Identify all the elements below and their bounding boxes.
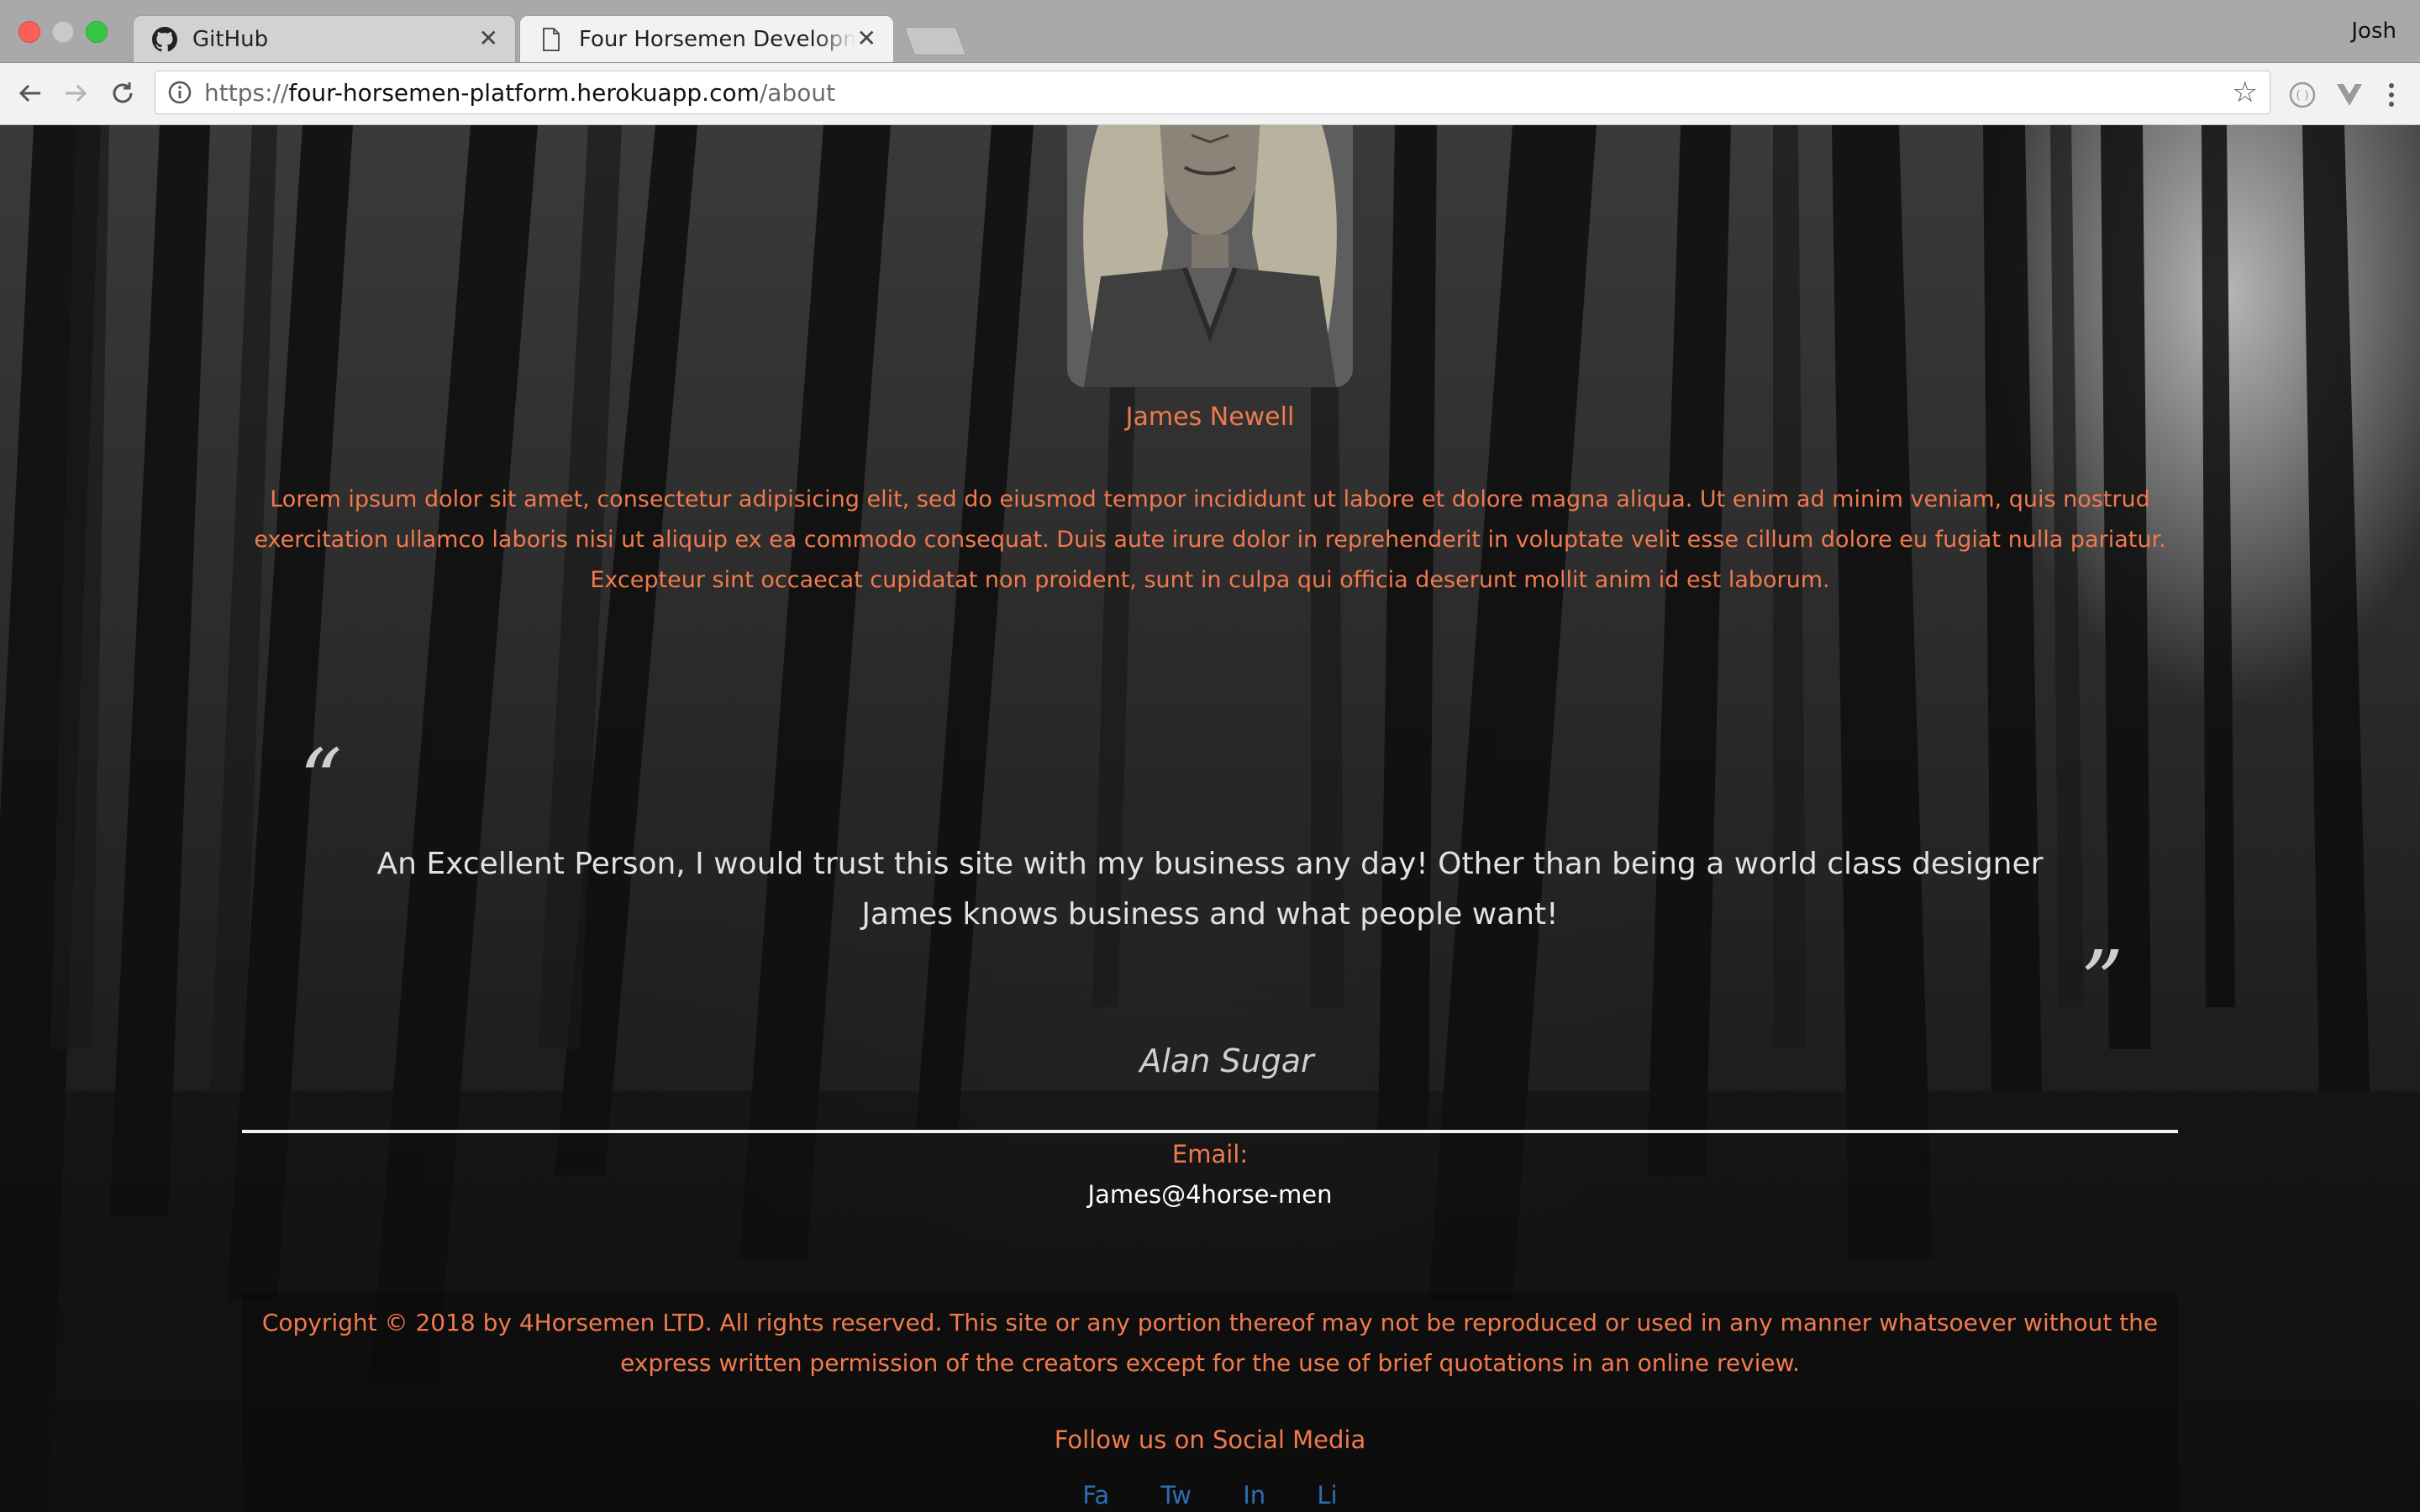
browser-toolbar: https://four-horsemen-platform.herokuapp… [0, 63, 2420, 125]
profile-name[interactable]: Josh [2351, 18, 2396, 44]
forward-arrow-icon [66, 84, 87, 102]
person-name: James Newell [1125, 402, 1295, 432]
reload-button[interactable] [104, 75, 141, 112]
reload-icon [113, 82, 133, 103]
close-tab-icon[interactable]: ✕ [857, 26, 876, 51]
open-quote-icon: “ [299, 731, 343, 829]
url-scheme: https:// [204, 78, 289, 107]
close-window-button[interactable] [18, 21, 40, 43]
back-button[interactable] [12, 75, 49, 112]
follow-heading: Follow us on Social Media [1054, 1425, 1366, 1454]
bookmark-star-icon[interactable]: ☆ [2233, 78, 2258, 107]
about-page: James Newell Lorem ipsum dolor sit amet,… [0, 125, 2420, 1512]
tab-title: GitHub [192, 26, 269, 52]
profile-photo [1067, 125, 1353, 387]
tab-four-horsemen[interactable]: Four Horsemen Development P ✕ [519, 15, 894, 62]
tab-title: Four Horsemen Development P [579, 26, 856, 52]
back-arrow-icon [18, 84, 40, 102]
social-link-twitter[interactable]: Tw [1160, 1481, 1192, 1509]
social-links: Fa Tw In Li [0, 1481, 2420, 1509]
person-bio: Lorem ipsum dolor sit amet, consectetur … [254, 486, 2166, 593]
page-icon [537, 25, 566, 54]
tab-github[interactable]: GitHub ✕ [133, 15, 516, 62]
social-link-instagram[interactable]: In [1243, 1481, 1265, 1509]
maximize-window-button[interactable] [86, 21, 108, 43]
email-address[interactable]: James@4horse-men [0, 1180, 2420, 1209]
menu-dots-icon[interactable] [2375, 78, 2408, 112]
page-viewport: James Newell Lorem ipsum dolor sit amet,… [0, 125, 2420, 1512]
close-tab-icon[interactable]: ✕ [479, 26, 498, 51]
url-path: /about [759, 78, 836, 107]
browser-tab-bar: GitHub ✕ Four Horsemen Development P ✕ J… [0, 0, 2420, 63]
extension-icon[interactable]: ( ) [2286, 78, 2319, 112]
testimonial-text: An Excellent Person, I would trust this … [376, 847, 2044, 932]
social-link-facebook[interactable]: Fa [1082, 1481, 1109, 1509]
forward-button[interactable] [57, 75, 94, 112]
new-tab-button[interactable] [903, 27, 967, 55]
testimonial-author: Alan Sugar [1139, 1042, 1314, 1079]
email-label: Email: [1171, 1140, 1249, 1168]
minimize-window-button[interactable] [52, 21, 74, 43]
close-quote-icon: ” [2081, 932, 2124, 1031]
address-bar[interactable]: https://four-horsemen-platform.herokuapp… [155, 71, 2270, 114]
site-info-icon[interactable] [167, 80, 192, 105]
svg-text:( ): ( ) [2296, 89, 2308, 102]
vue-devtools-icon[interactable] [2333, 78, 2366, 112]
url-host: four-horsemen-platform.herokuapp.com [288, 78, 760, 107]
github-icon [150, 25, 179, 54]
section-divider [242, 1130, 2178, 1133]
copyright-text: Copyright © 2018 by 4Horsemen LTD. All r… [261, 1309, 2159, 1377]
social-link-linkedin[interactable]: Li [1317, 1481, 1337, 1509]
